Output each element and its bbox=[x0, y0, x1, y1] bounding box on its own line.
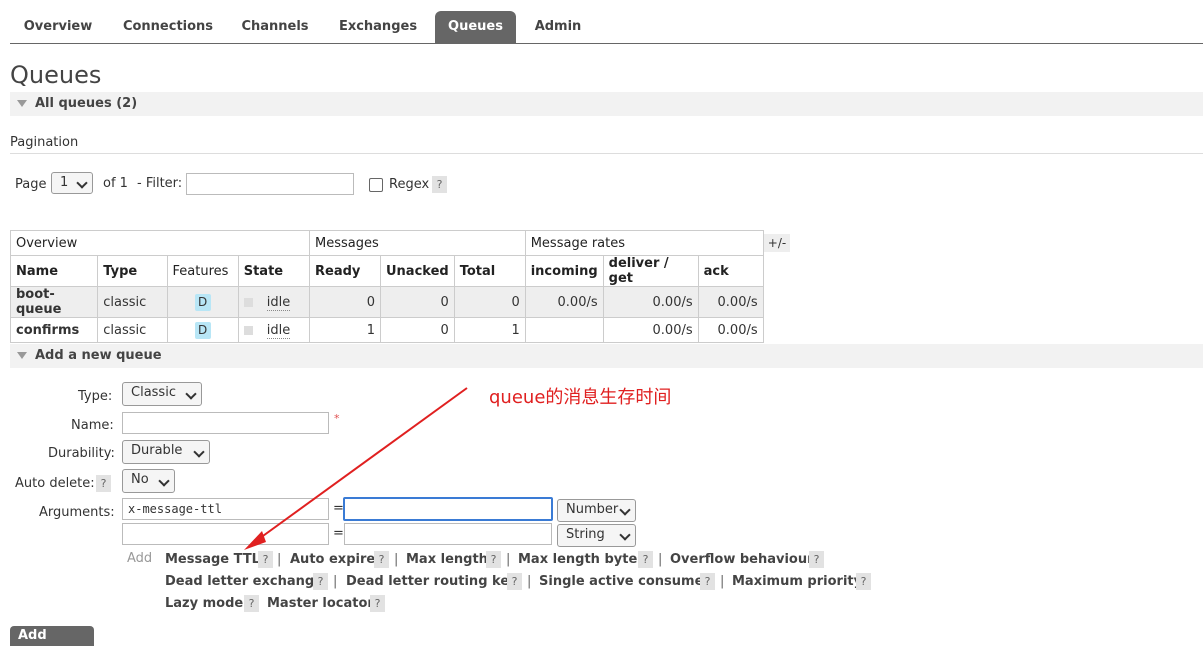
annotation-text: queue的消息生存时间 bbox=[489, 387, 672, 408]
annotation-arrow-icon bbox=[244, 387, 468, 550]
